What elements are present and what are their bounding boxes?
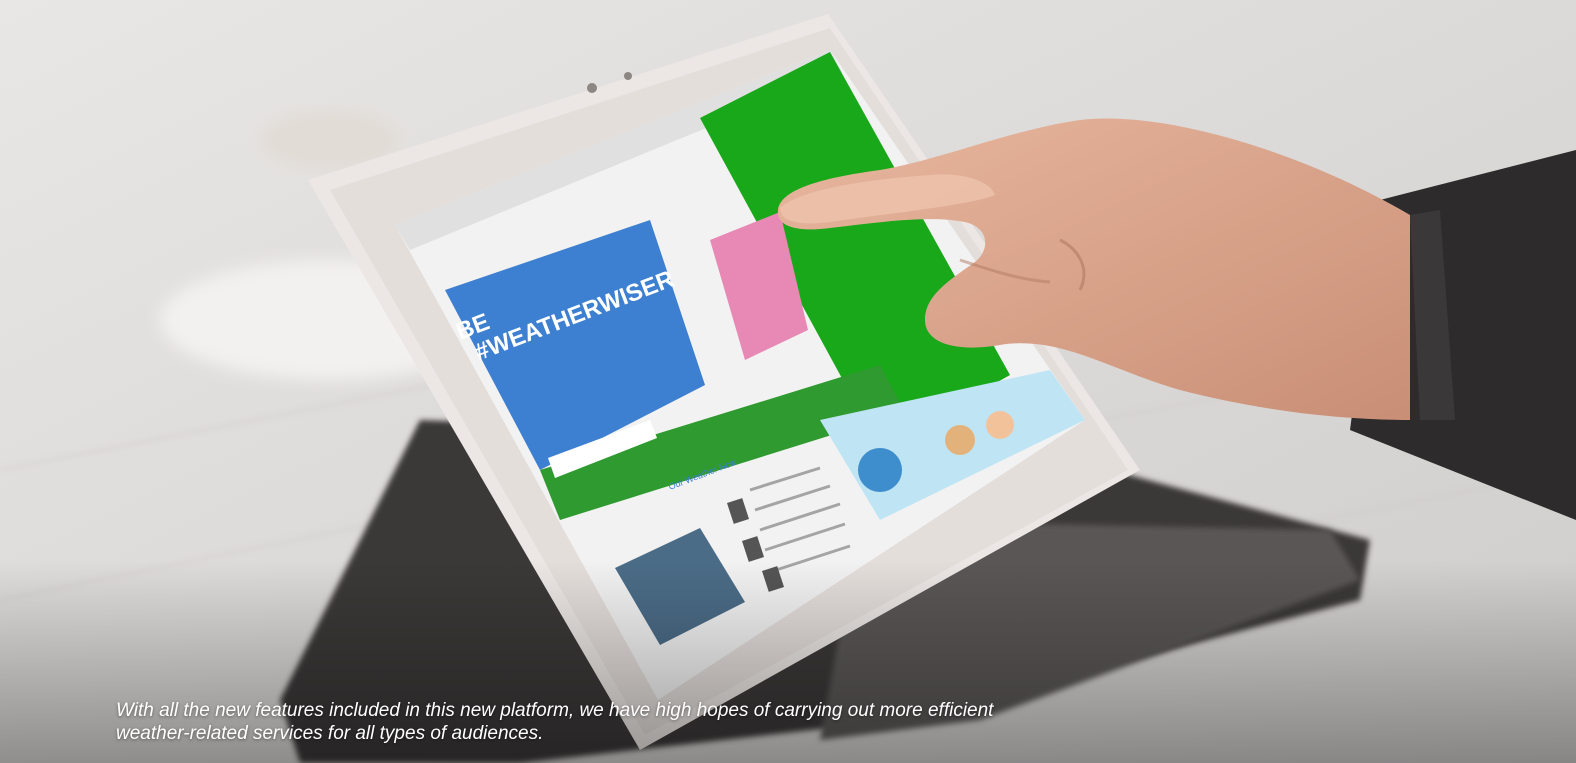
photo-caption: With all the new features included in th… — [116, 699, 1216, 745]
caption-line-1: With all the new features included in th… — [116, 700, 994, 721]
photo-illustration: BE #WEATHERWISER Our Weather Now — [0, 0, 1576, 763]
caption-line-2: weather-related services for all types o… — [116, 723, 544, 744]
tablet-photo: BE #WEATHERWISER Our Weather Now — [0, 0, 1576, 763]
